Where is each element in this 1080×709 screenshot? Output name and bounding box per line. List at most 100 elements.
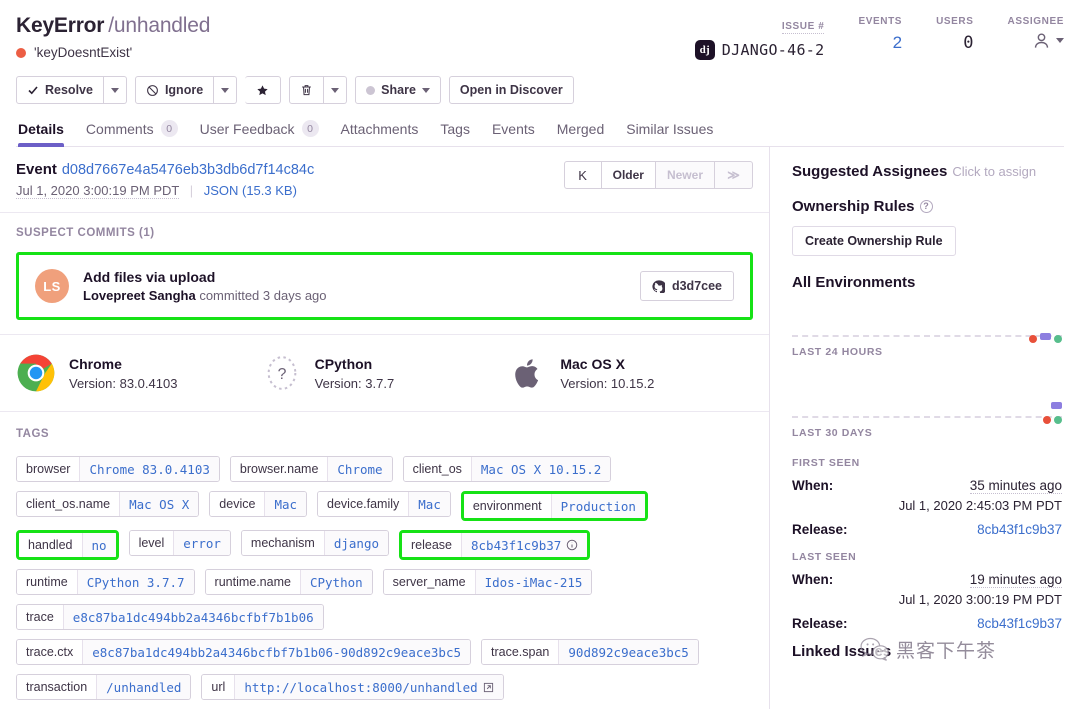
context-os-version: Version: 10.15.2 [560, 375, 655, 391]
tag-pill[interactable]: server_name Idos-iMac-215 [382, 569, 593, 596]
tag-pill[interactable]: client_os.name Mac OS X [16, 491, 200, 518]
tab-comments[interactable]: Comments 0 [86, 120, 178, 146]
tag-pill[interactable]: client_os Mac OS X 10.15.2 [402, 456, 612, 483]
tag-pill[interactable]: runtime CPython 3.7.7 [16, 569, 195, 596]
tag-pill[interactable]: trace.span 90d892c9eace3bc5 [481, 639, 699, 666]
tag-pill[interactable]: runtime.name CPython [204, 569, 373, 596]
external-link-icon[interactable] [483, 682, 494, 693]
commit-sha-button[interactable]: d3d7cee [639, 271, 734, 302]
tag-value[interactable]: Mac OS X 10.15.2 [470, 457, 611, 482]
chart-markers [1038, 398, 1062, 425]
bookmark-button[interactable] [245, 76, 282, 105]
last-seen-label: LAST SEEN [792, 551, 857, 564]
tag-value[interactable]: error [173, 531, 230, 556]
last-seen-when-absolute: Jul 1, 2020 3:00:19 PM PDT [898, 592, 1062, 608]
tag-key: trace.span [482, 640, 559, 665]
tags-title: TAGS [16, 428, 50, 441]
resolve-dropdown-button[interactable] [103, 76, 127, 105]
tag-value[interactable]: django [323, 531, 388, 556]
tag-pill[interactable]: trace.ctx e8c87ba1dc494bb2a4346bcfbf7b1b0… [16, 639, 472, 666]
tag-value[interactable]: 8cb43f1c9b37 [461, 533, 588, 558]
tab-events[interactable]: Events [492, 121, 535, 146]
tag-pill[interactable]: device.family Mac [317, 491, 451, 518]
error-type: KeyError [16, 14, 105, 37]
tag-key: client_os [403, 457, 471, 482]
stat-assignee: ASSIGNEE [974, 16, 1064, 50]
chrome-icon [17, 354, 55, 392]
tag-pill[interactable]: url http://localhost:8000/unhandled [201, 674, 504, 701]
tags-section: TAGS browser Chrome 83.0.4103 browser.name… [0, 412, 769, 709]
info-icon[interactable] [566, 539, 578, 551]
tag-value[interactable]: Mac [264, 492, 307, 517]
last-24-hours-chart[interactable] [792, 301, 1062, 344]
tag-value[interactable]: /unhandled [96, 675, 191, 700]
error-level-dot [16, 47, 26, 58]
open-in-discover-button[interactable]: Open in Discover [448, 76, 574, 105]
tag-pill[interactable]: transaction/unhandled [16, 674, 192, 701]
tag-value-text: django [333, 535, 379, 551]
tab-tags[interactable]: Tags [440, 121, 470, 146]
chart-marker-green [1054, 416, 1062, 425]
tag-value[interactable]: e8c87ba1dc494bb2a4346bcfbf7b1b06-90d892c… [82, 640, 471, 665]
assignee-selector[interactable] [1008, 31, 1064, 50]
tag-value[interactable]: Mac [408, 492, 450, 517]
tag-key: mechanism [241, 531, 324, 556]
events-count[interactable]: 2 [858, 33, 902, 53]
tab-similar-issues[interactable]: Similar Issues [626, 121, 713, 146]
tag-pill[interactable]: release 8cb43f1c9b37 [399, 530, 591, 561]
last-seen-release-value[interactable]: 8cb43f1c9b37 [977, 616, 1062, 631]
event-id-value[interactable]: d08d7667e4a5476eb3b3db6d7f14c84c [62, 162, 314, 178]
delete-button[interactable] [289, 76, 325, 105]
event-pagination: K Older Newer ≫ [563, 161, 753, 190]
tag-value[interactable]: CPython [299, 570, 372, 595]
tag-value[interactable]: CPython 3.7.7 [76, 570, 194, 595]
tag-value[interactable]: Mac OS X [119, 492, 199, 517]
tag-value[interactable]: Chrome 83.0.4103 [79, 457, 219, 482]
tag-pill[interactable]: device Mac [209, 491, 308, 518]
tag-value[interactable]: Chrome [327, 457, 392, 482]
tag-value[interactable]: no [81, 533, 116, 558]
svg-text:?: ? [277, 366, 286, 383]
tab-details[interactable]: Details [18, 121, 64, 148]
first-seen-release-value[interactable]: 8cb43f1c9b37 [977, 522, 1062, 537]
tag-value[interactable]: Production [550, 494, 645, 519]
tag-value[interactable]: 90d892c9eace3bc5 [558, 640, 698, 665]
tab-user-feedback[interactable]: User Feedback 0 [200, 120, 319, 146]
last-30-days-chart[interactable] [792, 382, 1062, 425]
ignore-button[interactable]: Ignore [134, 76, 215, 105]
tag-pill[interactable]: handled no [16, 530, 119, 561]
users-count[interactable]: 0 [936, 33, 973, 53]
last-30-days-label: LAST 30 DAYS [792, 427, 873, 440]
resolve-button[interactable]: Resolve [16, 76, 104, 105]
tag-pill[interactable]: browser Chrome 83.0.4103 [16, 456, 220, 483]
event-context-summary: Chrome Version: 83.0.4103 ? CPython Vers… [0, 335, 769, 413]
apple-icon [515, 359, 539, 388]
tag-pill[interactable]: browser.name Chrome [229, 456, 393, 483]
tag-pill[interactable]: mechanism django [240, 530, 389, 557]
create-ownership-rule-button[interactable]: Create Ownership Rule [792, 226, 956, 257]
chart-baseline [792, 335, 1062, 338]
tag-value[interactable]: Idos-iMac-215 [474, 570, 592, 595]
tag-pill[interactable]: trace e8c87ba1dc494bb2a4346bcfbf7b1b06 [16, 604, 324, 631]
tab-attachments[interactable]: Attachments [341, 121, 419, 146]
tag-pill[interactable]: level error [128, 530, 231, 557]
context-browser-version: Version: 83.0.4103 [69, 375, 178, 391]
tag-value[interactable]: http://localhost:8000/unhandled [234, 675, 503, 700]
share-label: Share [381, 83, 416, 98]
tag-value[interactable]: e8c87ba1dc494bb2a4346bcfbf7b1b06 [62, 605, 323, 630]
tag-pill[interactable]: environment Production [460, 491, 648, 522]
first-seen-when-label: When: [792, 478, 834, 494]
share-button[interactable]: Share [355, 76, 441, 105]
github-icon [652, 280, 665, 293]
tab-merged[interactable]: Merged [557, 121, 604, 146]
short-id[interactable]: dj DJANGO-46-2 [694, 40, 825, 60]
help-icon[interactable]: ? [919, 199, 933, 213]
stat-label-users: USERS [936, 16, 974, 27]
ignore-dropdown-button[interactable] [214, 76, 238, 105]
delete-dropdown-button[interactable] [324, 76, 348, 105]
suspect-commit-card[interactable]: LS Add files via upload Lovepreet Sangha… [16, 252, 753, 321]
star-icon [257, 84, 268, 95]
oldest-event-button[interactable]: K [563, 161, 602, 190]
older-event-button[interactable]: Older [601, 161, 656, 190]
event-json-link[interactable]: JSON (15.3 KB) [204, 183, 297, 198]
